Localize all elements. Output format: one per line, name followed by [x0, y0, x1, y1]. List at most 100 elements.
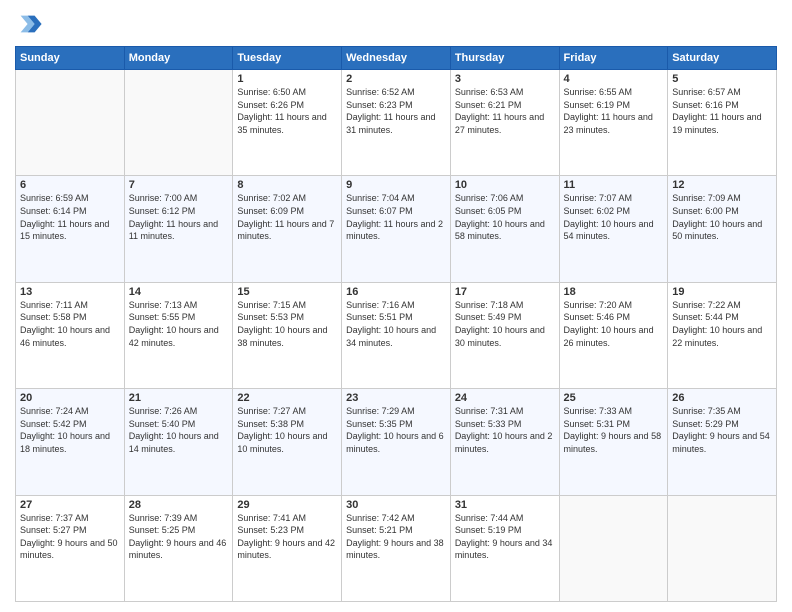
day-number: 6: [20, 179, 120, 191]
day-number: 14: [129, 286, 229, 298]
day-info: Sunrise: 7:07 AMSunset: 6:02 PMDaylight:…: [564, 192, 664, 242]
day-info: Sunrise: 7:11 AMSunset: 5:58 PMDaylight:…: [20, 299, 120, 349]
day-info: Sunrise: 7:24 AMSunset: 5:42 PMDaylight:…: [20, 405, 120, 455]
calendar-day-header: Thursday: [450, 47, 559, 70]
calendar-day-cell: 6Sunrise: 6:59 AMSunset: 6:14 PMDaylight…: [16, 176, 125, 282]
day-number: 2: [346, 73, 446, 85]
page: SundayMondayTuesdayWednesdayThursdayFrid…: [0, 0, 792, 612]
day-info: Sunrise: 6:59 AMSunset: 6:14 PMDaylight:…: [20, 192, 120, 242]
day-number: 26: [672, 392, 772, 404]
calendar-day-cell: 17Sunrise: 7:18 AMSunset: 5:49 PMDayligh…: [450, 282, 559, 388]
day-info: Sunrise: 7:33 AMSunset: 5:31 PMDaylight:…: [564, 405, 664, 455]
day-number: 25: [564, 392, 664, 404]
day-number: 3: [455, 73, 555, 85]
calendar-week-row: 20Sunrise: 7:24 AMSunset: 5:42 PMDayligh…: [16, 389, 777, 495]
calendar-day-cell: 13Sunrise: 7:11 AMSunset: 5:58 PMDayligh…: [16, 282, 125, 388]
calendar-day-cell: 20Sunrise: 7:24 AMSunset: 5:42 PMDayligh…: [16, 389, 125, 495]
calendar-day-cell: 18Sunrise: 7:20 AMSunset: 5:46 PMDayligh…: [559, 282, 668, 388]
calendar-day-cell: 29Sunrise: 7:41 AMSunset: 5:23 PMDayligh…: [233, 495, 342, 601]
day-number: 30: [346, 499, 446, 511]
day-info: Sunrise: 7:13 AMSunset: 5:55 PMDaylight:…: [129, 299, 229, 349]
day-info: Sunrise: 7:39 AMSunset: 5:25 PMDaylight:…: [129, 512, 229, 562]
calendar-day-cell: 31Sunrise: 7:44 AMSunset: 5:19 PMDayligh…: [450, 495, 559, 601]
calendar-day-cell: 30Sunrise: 7:42 AMSunset: 5:21 PMDayligh…: [342, 495, 451, 601]
calendar-day-cell: 5Sunrise: 6:57 AMSunset: 6:16 PMDaylight…: [668, 70, 777, 176]
calendar-day-cell: 27Sunrise: 7:37 AMSunset: 5:27 PMDayligh…: [16, 495, 125, 601]
day-number: 4: [564, 73, 664, 85]
calendar-day-cell: 24Sunrise: 7:31 AMSunset: 5:33 PMDayligh…: [450, 389, 559, 495]
calendar-day-cell: 4Sunrise: 6:55 AMSunset: 6:19 PMDaylight…: [559, 70, 668, 176]
day-info: Sunrise: 7:26 AMSunset: 5:40 PMDaylight:…: [129, 405, 229, 455]
calendar-day-cell: 15Sunrise: 7:15 AMSunset: 5:53 PMDayligh…: [233, 282, 342, 388]
calendar-week-row: 13Sunrise: 7:11 AMSunset: 5:58 PMDayligh…: [16, 282, 777, 388]
day-number: 27: [20, 499, 120, 511]
calendar-day-cell: 23Sunrise: 7:29 AMSunset: 5:35 PMDayligh…: [342, 389, 451, 495]
day-number: 8: [237, 179, 337, 191]
day-number: 19: [672, 286, 772, 298]
calendar-day-header: Friday: [559, 47, 668, 70]
day-info: Sunrise: 7:18 AMSunset: 5:49 PMDaylight:…: [455, 299, 555, 349]
calendar-day-cell: 11Sunrise: 7:07 AMSunset: 6:02 PMDayligh…: [559, 176, 668, 282]
day-number: 13: [20, 286, 120, 298]
calendar-day-cell: 7Sunrise: 7:00 AMSunset: 6:12 PMDaylight…: [124, 176, 233, 282]
calendar-header-row: SundayMondayTuesdayWednesdayThursdayFrid…: [16, 47, 777, 70]
day-number: 17: [455, 286, 555, 298]
day-info: Sunrise: 7:06 AMSunset: 6:05 PMDaylight:…: [455, 192, 555, 242]
day-info: Sunrise: 7:35 AMSunset: 5:29 PMDaylight:…: [672, 405, 772, 455]
calendar-day-cell: 16Sunrise: 7:16 AMSunset: 5:51 PMDayligh…: [342, 282, 451, 388]
day-info: Sunrise: 7:29 AMSunset: 5:35 PMDaylight:…: [346, 405, 446, 455]
calendar-day-header: Wednesday: [342, 47, 451, 70]
day-number: 10: [455, 179, 555, 191]
day-number: 12: [672, 179, 772, 191]
calendar-day-cell: 28Sunrise: 7:39 AMSunset: 5:25 PMDayligh…: [124, 495, 233, 601]
day-info: Sunrise: 7:22 AMSunset: 5:44 PMDaylight:…: [672, 299, 772, 349]
day-number: 31: [455, 499, 555, 511]
calendar-day-cell: 12Sunrise: 7:09 AMSunset: 6:00 PMDayligh…: [668, 176, 777, 282]
day-number: 23: [346, 392, 446, 404]
day-info: Sunrise: 7:02 AMSunset: 6:09 PMDaylight:…: [237, 192, 337, 242]
calendar-day-cell: 1Sunrise: 6:50 AMSunset: 6:26 PMDaylight…: [233, 70, 342, 176]
calendar-day-header: Saturday: [668, 47, 777, 70]
day-info: Sunrise: 7:16 AMSunset: 5:51 PMDaylight:…: [346, 299, 446, 349]
day-info: Sunrise: 7:27 AMSunset: 5:38 PMDaylight:…: [237, 405, 337, 455]
calendar-day-cell: 2Sunrise: 6:52 AMSunset: 6:23 PMDaylight…: [342, 70, 451, 176]
day-number: 22: [237, 392, 337, 404]
calendar-day-cell: 3Sunrise: 6:53 AMSunset: 6:21 PMDaylight…: [450, 70, 559, 176]
day-info: Sunrise: 6:53 AMSunset: 6:21 PMDaylight:…: [455, 86, 555, 136]
day-info: Sunrise: 7:04 AMSunset: 6:07 PMDaylight:…: [346, 192, 446, 242]
calendar-day-cell: [668, 495, 777, 601]
day-number: 15: [237, 286, 337, 298]
day-info: Sunrise: 7:41 AMSunset: 5:23 PMDaylight:…: [237, 512, 337, 562]
calendar-day-cell: 14Sunrise: 7:13 AMSunset: 5:55 PMDayligh…: [124, 282, 233, 388]
day-number: 11: [564, 179, 664, 191]
day-number: 29: [237, 499, 337, 511]
calendar-day-cell: 26Sunrise: 7:35 AMSunset: 5:29 PMDayligh…: [668, 389, 777, 495]
calendar-week-row: 1Sunrise: 6:50 AMSunset: 6:26 PMDaylight…: [16, 70, 777, 176]
calendar: SundayMondayTuesdayWednesdayThursdayFrid…: [15, 46, 777, 602]
day-info: Sunrise: 7:37 AMSunset: 5:27 PMDaylight:…: [20, 512, 120, 562]
day-info: Sunrise: 6:57 AMSunset: 6:16 PMDaylight:…: [672, 86, 772, 136]
day-info: Sunrise: 7:15 AMSunset: 5:53 PMDaylight:…: [237, 299, 337, 349]
day-number: 5: [672, 73, 772, 85]
calendar-day-cell: 8Sunrise: 7:02 AMSunset: 6:09 PMDaylight…: [233, 176, 342, 282]
day-number: 20: [20, 392, 120, 404]
calendar-day-header: Sunday: [16, 47, 125, 70]
calendar-day-cell: [16, 70, 125, 176]
calendar-day-cell: [124, 70, 233, 176]
calendar-week-row: 6Sunrise: 6:59 AMSunset: 6:14 PMDaylight…: [16, 176, 777, 282]
day-number: 24: [455, 392, 555, 404]
header: [15, 10, 777, 38]
calendar-week-row: 27Sunrise: 7:37 AMSunset: 5:27 PMDayligh…: [16, 495, 777, 601]
logo: [15, 10, 47, 38]
day-number: 1: [237, 73, 337, 85]
day-info: Sunrise: 7:09 AMSunset: 6:00 PMDaylight:…: [672, 192, 772, 242]
calendar-day-cell: 19Sunrise: 7:22 AMSunset: 5:44 PMDayligh…: [668, 282, 777, 388]
day-number: 7: [129, 179, 229, 191]
day-number: 21: [129, 392, 229, 404]
day-number: 28: [129, 499, 229, 511]
calendar-day-cell: [559, 495, 668, 601]
day-number: 18: [564, 286, 664, 298]
calendar-day-cell: 9Sunrise: 7:04 AMSunset: 6:07 PMDaylight…: [342, 176, 451, 282]
calendar-day-cell: 25Sunrise: 7:33 AMSunset: 5:31 PMDayligh…: [559, 389, 668, 495]
calendar-day-cell: 22Sunrise: 7:27 AMSunset: 5:38 PMDayligh…: [233, 389, 342, 495]
